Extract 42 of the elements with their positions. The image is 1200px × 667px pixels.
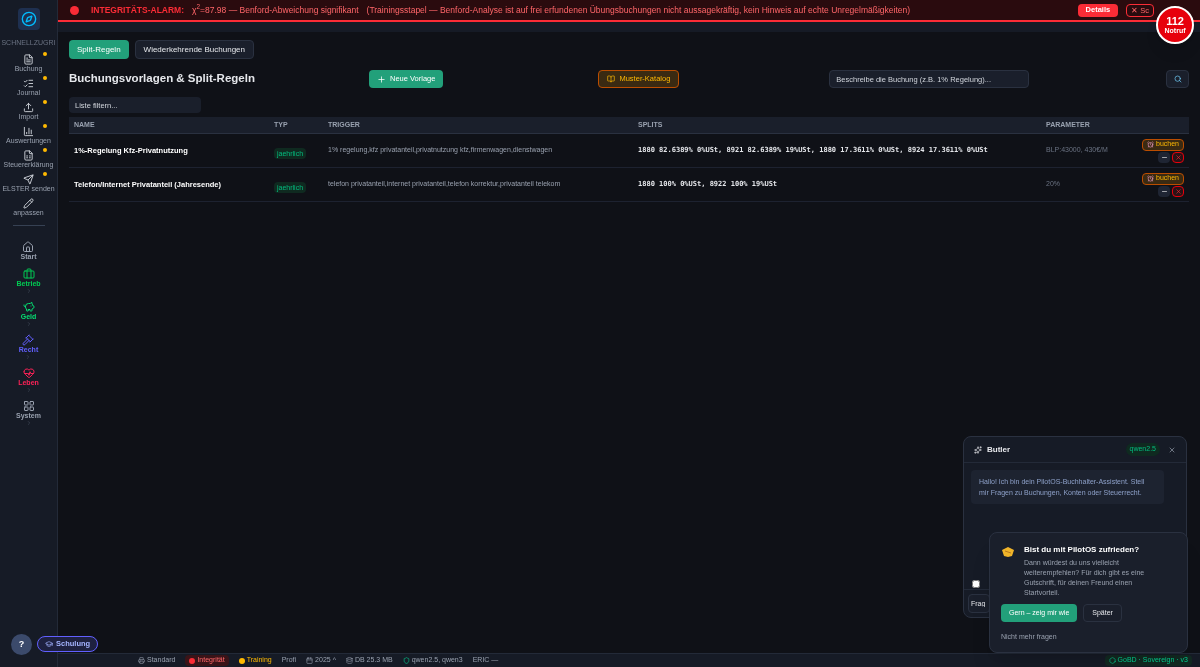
logo-icon[interactable] xyxy=(17,8,40,30)
tab[interactable]: Wiederkehrende Buchungen xyxy=(134,40,254,59)
delete-button[interactable] xyxy=(1172,151,1184,163)
delete-button[interactable] xyxy=(1172,185,1184,197)
butler-title: Butler xyxy=(987,443,1011,456)
alarm-clock-icon xyxy=(1147,175,1155,182)
page-title: Buchungsvorlagen & Split-Regeln xyxy=(69,71,256,87)
close-icon xyxy=(1174,153,1182,161)
upload-icon xyxy=(23,101,34,113)
graduation-cap-icon xyxy=(45,640,53,648)
alarm-clock-icon xyxy=(1147,141,1155,148)
pencil-icon xyxy=(23,197,34,209)
alarm-message: χ$^{2}$=87.98 — Benford-Abweichung signifikant xyxy=(192,3,359,17)
bar-chart-icon xyxy=(23,125,34,137)
close-icon xyxy=(1174,187,1182,195)
printer-icon xyxy=(138,657,145,664)
calendar-icon xyxy=(306,657,314,664)
home-icon xyxy=(22,240,35,253)
plus-icon xyxy=(377,74,386,84)
grid-icon xyxy=(22,399,35,412)
briefcase-icon xyxy=(22,267,35,280)
list-icon xyxy=(23,77,34,89)
close-icon[interactable] xyxy=(1168,445,1176,454)
paper-plane-icon xyxy=(23,173,34,185)
sparkle-icon xyxy=(974,445,982,454)
alarm-title: INTEGRITÄTS-ALARM: xyxy=(91,3,184,17)
receipt-icon xyxy=(23,53,34,65)
piggy-bank-icon xyxy=(22,300,35,313)
search-button[interactable] xyxy=(1166,70,1189,88)
document-icon xyxy=(23,149,34,161)
hexagon-icon xyxy=(1108,657,1116,664)
checkbox[interactable] xyxy=(972,580,980,588)
gavel-icon xyxy=(22,333,35,346)
book-icon xyxy=(607,75,616,83)
alarm-note: (Trainingsstapel — Benford-Analyse ist auf frei erfundenen Übungsbuchungen nicht aussagekräftig, kein Hinweis auf echte Unregelmäßigkeiten) xyxy=(366,3,911,17)
shield-icon xyxy=(402,657,410,664)
search-icon xyxy=(1173,75,1182,83)
minus-button[interactable] xyxy=(1158,185,1170,197)
database-icon xyxy=(345,657,353,664)
minus-button[interactable] xyxy=(1158,151,1170,163)
feedback-title: Bist du mit PilotOS zufrieden? xyxy=(1024,544,1141,556)
heart-pulse-icon xyxy=(22,366,35,379)
